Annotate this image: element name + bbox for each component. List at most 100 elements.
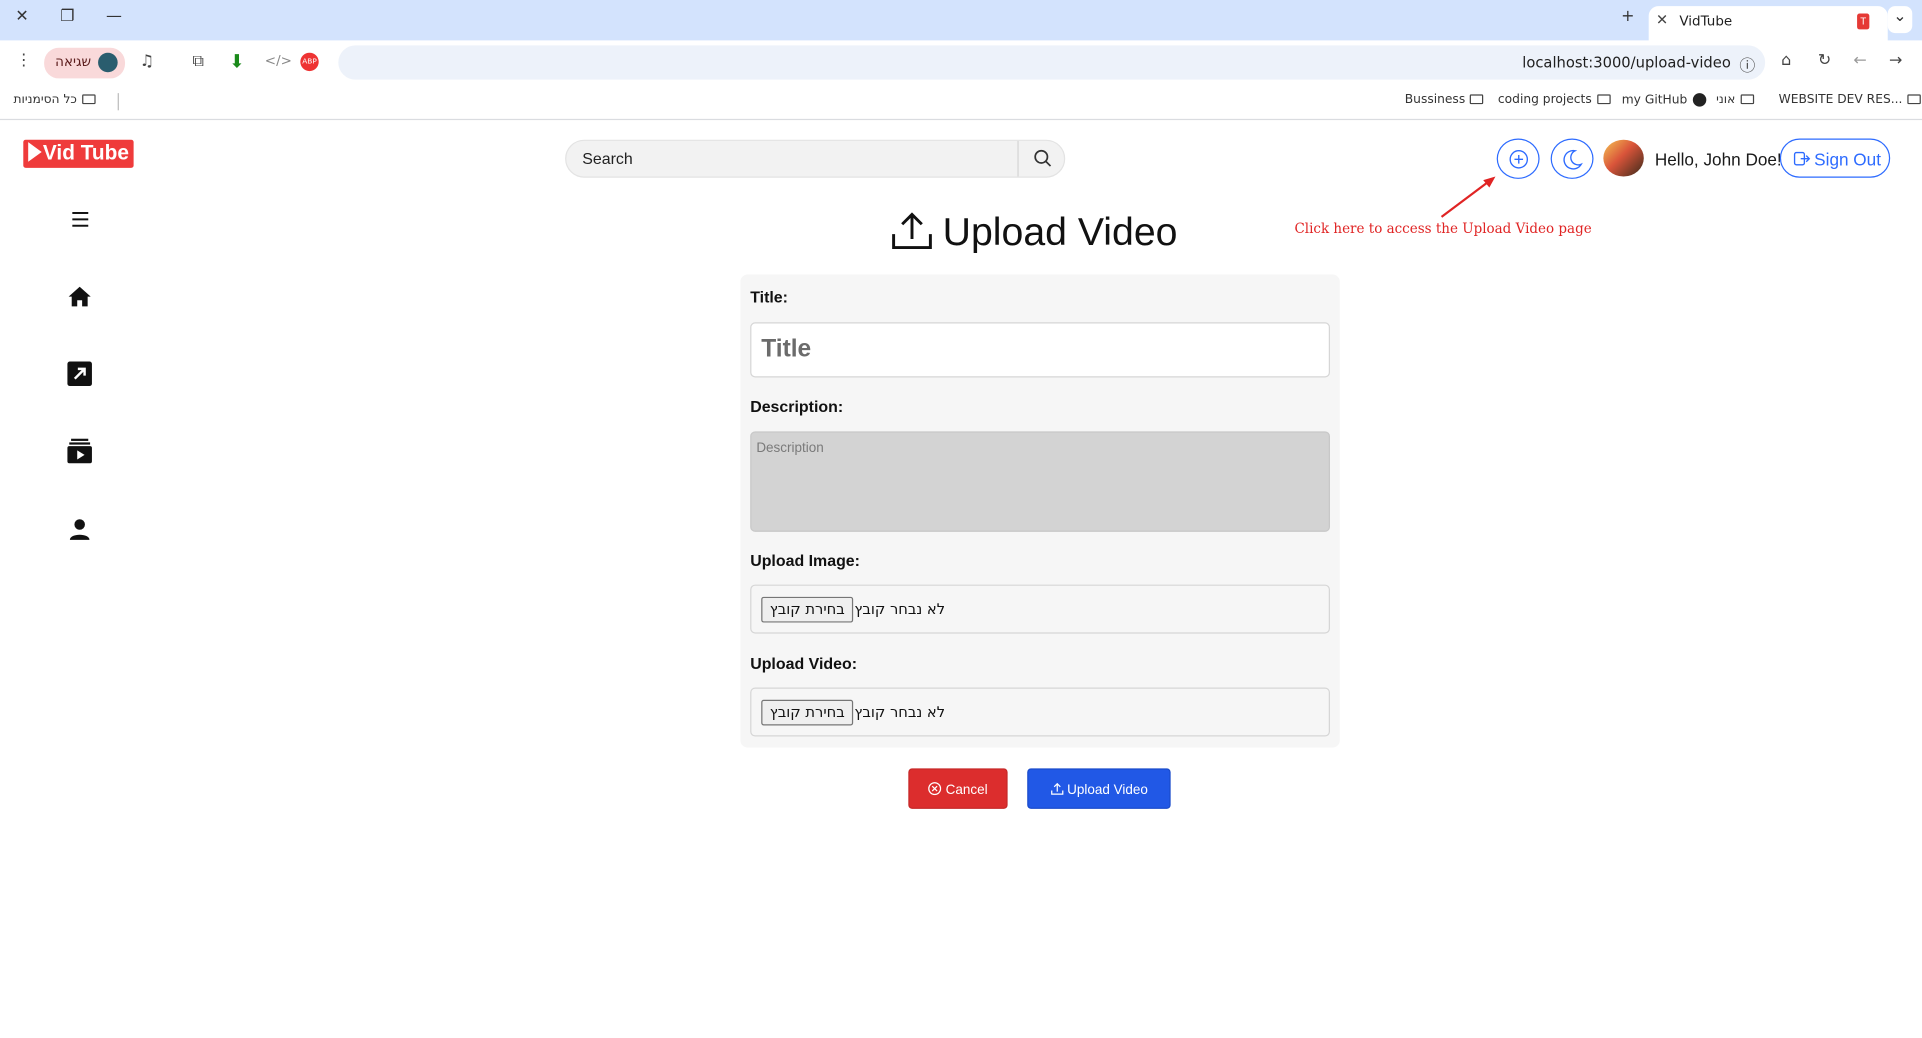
extensions-icon[interactable]: ⧉ (192, 53, 203, 71)
hamburger-menu-button[interactable] (65, 205, 94, 234)
browser-toolbar: ⋮ שגיאה ♫ ⧉ ⬇ </> ABP ☆ ⚿ localhost:3000… (0, 40, 1922, 85)
annotation-text: Click here to access the Upload Video pa… (1294, 220, 1592, 237)
tab-search-icon[interactable]: ⌄ (1887, 6, 1913, 34)
tab-title: VidTube (1679, 13, 1733, 30)
sidebar-item-profile[interactable] (65, 515, 94, 544)
title-input[interactable] (750, 322, 1330, 378)
search-input[interactable] (566, 140, 1018, 177)
media-icon[interactable]: ♫ (140, 53, 154, 71)
home-icon (68, 286, 91, 307)
upload-video-submit-button[interactable]: Upload Video (1027, 768, 1171, 809)
sign-out-label: Sign Out (1814, 149, 1881, 170)
user-greeting: Hello, John Doe! (1654, 149, 1782, 170)
title-label: Title: (750, 287, 788, 307)
upload-icon (892, 212, 932, 250)
bookmark-label: כל הסימניות (13, 93, 77, 107)
profile-avatar-icon (98, 52, 118, 73)
adblock-icon[interactable]: ABP (300, 52, 319, 72)
avatar[interactable] (1603, 139, 1644, 177)
devtools-icon[interactable]: </> (265, 53, 292, 69)
bookmarks-bar: כל הסימניות Bussiness coding projects my… (0, 84, 1922, 121)
moon-icon (1563, 149, 1583, 170)
sidebar-item-trending[interactable] (65, 359, 94, 388)
user-icon (69, 519, 90, 540)
bookmark-label: אוני (1716, 93, 1736, 107)
sign-out-button[interactable]: Sign Out (1779, 138, 1891, 178)
sidebar-item-home[interactable] (65, 282, 94, 311)
bookmark-label: coding projects (1497, 93, 1592, 107)
browser-tab-bar: ✕ ❐ — + ✕ VidTube T ⌄ (0, 0, 1922, 41)
cancel-label: Cancel (945, 783, 988, 798)
folder-icon (1740, 94, 1754, 105)
bookmark-all[interactable]: כל הסימניות (13, 93, 96, 107)
reload-icon[interactable]: ↻ (1818, 51, 1831, 69)
back-icon[interactable]: ← (1853, 51, 1866, 69)
bookmark-coding-projects[interactable]: coding projects (1497, 93, 1611, 107)
info-icon[interactable]: ⓘ (1739, 53, 1755, 76)
upload-image-label: Upload Image: (750, 551, 860, 570)
forward-icon[interactable]: → (1889, 51, 1902, 69)
bookmark-uni[interactable]: אוני (1716, 93, 1754, 107)
tab-favicon-icon: T (1857, 13, 1870, 30)
close-window-icon[interactable]: ✕ (10, 7, 35, 25)
play-icon (28, 142, 42, 162)
menu-dots-icon[interactable]: ⋮ (16, 51, 32, 69)
new-tab-icon[interactable]: + (1616, 7, 1641, 25)
profile-chip[interactable]: שגיאה (44, 47, 126, 79)
cancel-circle-icon (928, 782, 942, 796)
logo-text: Vid Tube (42, 140, 129, 165)
bookmark-github[interactable]: my GitHub (1622, 93, 1706, 107)
search-button[interactable] (1017, 140, 1065, 177)
github-icon (1692, 93, 1706, 107)
folder-icon (1907, 94, 1921, 105)
browser-tab[interactable]: ✕ VidTube T (1648, 6, 1888, 41)
description-textarea[interactable] (750, 431, 1330, 532)
vidtube-logo[interactable]: Vid Tube (23, 139, 134, 168)
cancel-button[interactable]: Cancel (908, 768, 1008, 809)
screen: ✕ ❐ — + ✕ VidTube T ⌄ ⋮ שגיאה ♫ ⧉ ⬇ </> … (0, 0, 1922, 1038)
image-file-status: לא נבחר קובץ (854, 600, 946, 618)
minimize-window-icon[interactable]: — (102, 7, 127, 25)
download-icon[interactable]: ⬇ (229, 50, 244, 72)
annotation-arrow-icon (1440, 176, 1496, 218)
divider (117, 93, 119, 111)
cancel-button-content: Cancel (910, 782, 1007, 798)
upload-form: Title: Description: Upload Image: בחירת … (740, 274, 1340, 748)
home-icon[interactable]: ⌂ (1781, 51, 1791, 69)
sign-out-icon (1793, 151, 1811, 166)
image-file-input: בחירת קובץ לא נבחר קובץ (750, 584, 1330, 634)
video-choose-file-button[interactable]: בחירת קובץ (761, 699, 854, 726)
profile-label: שגיאה (55, 53, 92, 70)
bookmark-label: WEBSITE DEV RES... (1778, 93, 1903, 107)
upload-video-label: Upload Video: (750, 654, 858, 673)
description-label: Description: (750, 397, 844, 416)
tab-close-icon[interactable]: ✕ (1656, 11, 1668, 28)
bookmark-business[interactable]: Bussiness (1404, 93, 1484, 107)
folder-icon (1596, 94, 1611, 105)
bookmark-website-dev[interactable]: WEBSITE DEV RES... (1778, 93, 1921, 107)
search-icon (1034, 149, 1052, 167)
add-circle-icon (1509, 150, 1529, 169)
upload-icon (1050, 782, 1063, 795)
upload-video-button[interactable] (1496, 138, 1540, 179)
url-text: localhost:3000/upload-video (1522, 53, 1731, 72)
address-bar[interactable]: localhost:3000/upload-video ⓘ (338, 45, 1766, 80)
video-file-input: בחירת קובץ לא נבחר קובץ (750, 687, 1330, 737)
page-title-text: Upload Video (942, 209, 1178, 254)
trending-icon (67, 361, 92, 387)
upload-label: Upload Video (1067, 783, 1148, 798)
upload-button-content: Upload Video (1028, 782, 1169, 798)
app-page: Vid Tube Hello, John Doe! Sign Out Click… (0, 121, 1922, 1038)
hamburger-icon (72, 212, 89, 227)
image-choose-file-button[interactable]: בחירת קובץ (761, 596, 854, 623)
sidebar-item-subscriptions[interactable] (65, 436, 94, 465)
folder-icon (1470, 94, 1484, 105)
subscriptions-icon (67, 438, 92, 464)
search-bar (565, 139, 1066, 178)
folder-icon (81, 94, 96, 105)
bookmark-label: my GitHub (1621, 93, 1688, 108)
dark-mode-toggle[interactable] (1550, 138, 1594, 179)
video-file-status: לא נבחר קובץ (854, 703, 946, 721)
restore-window-icon[interactable]: ❐ (55, 7, 80, 25)
bookmark-label: Bussiness (1404, 93, 1466, 107)
